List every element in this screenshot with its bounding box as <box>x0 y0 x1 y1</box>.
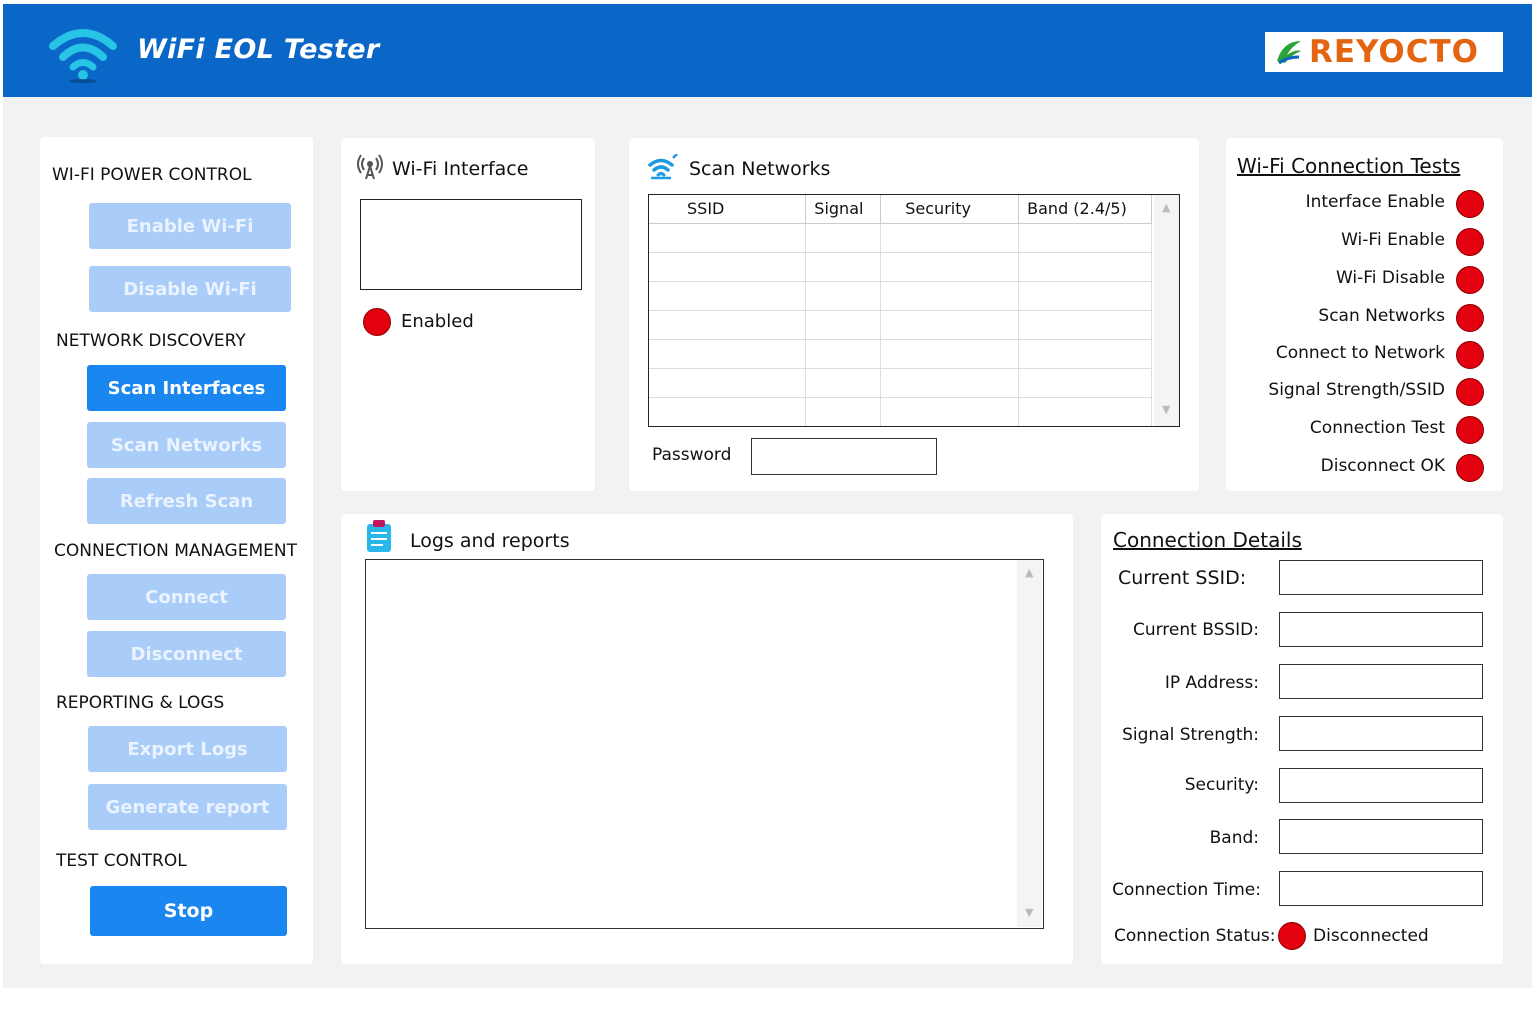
control-panel: WI-FI POWER CONTROL Enable Wi-Fi Disable… <box>40 137 313 964</box>
test-status-led <box>1456 378 1484 406</box>
connection-tests-title: Wi-Fi Connection Tests <box>1237 154 1461 178</box>
connection-tests-panel: Wi-Fi Connection Tests Interface Enable … <box>1226 138 1503 491</box>
test-status-led <box>1456 304 1484 332</box>
test-status-led <box>1456 454 1484 482</box>
wifi-interface-title: Wi-Fi Interface <box>392 158 529 180</box>
security-label: Security: <box>1184 775 1259 795</box>
test-label-scan-networks: Scan Networks <box>1318 306 1445 326</box>
current-ssid-field[interactable] <box>1279 560 1483 595</box>
test-status-led <box>1456 228 1484 256</box>
column-band[interactable]: Band (2.4/5) <box>1018 195 1152 224</box>
test-label-wifi-disable: Wi-Fi Disable <box>1335 268 1445 288</box>
logs-panel: Logs and reports ▲ ▼ <box>341 514 1073 964</box>
scroll-up-icon[interactable]: ▲ <box>1025 566 1033 579</box>
scan-networks-title: Scan Networks <box>689 158 831 180</box>
ip-address-field[interactable] <box>1279 664 1483 699</box>
scroll-down-icon[interactable]: ▼ <box>1025 906 1033 919</box>
section-connection-management: CONNECTION MANAGEMENT <box>54 541 297 561</box>
section-reporting-logs: REPORTING & LOGS <box>56 693 225 713</box>
wifi-interface-panel: Wi-Fi Interface Enabled <box>341 138 595 491</box>
column-security[interactable]: Security <box>880 195 1020 224</box>
connection-status-label: Connection Status: <box>1114 926 1276 946</box>
column-signal[interactable]: Signal <box>805 195 882 224</box>
test-label-wifi-enable: Wi-Fi Enable <box>1341 230 1445 250</box>
export-logs-button[interactable]: Export Logs <box>88 726 287 772</box>
current-ssid-label: Current SSID: <box>1118 567 1247 589</box>
test-status-led <box>1456 341 1484 369</box>
log-textarea[interactable]: ▲ ▼ <box>365 559 1044 929</box>
scroll-down-icon[interactable]: ▼ <box>1162 403 1170 416</box>
interface-status-led <box>363 308 391 336</box>
section-network-discovery: NETWORK DISCOVERY <box>56 331 246 351</box>
signal-strength-label: Signal Strength: <box>1122 725 1259 745</box>
test-label-signal-strength: Signal Strength/SSID <box>1268 380 1445 400</box>
logs-title: Logs and reports <box>410 530 570 552</box>
test-label-connect-to-network: Connect to Network <box>1275 343 1445 363</box>
table-row[interactable] <box>649 397 1152 426</box>
generate-report-button[interactable]: Generate report <box>88 784 287 830</box>
table-row[interactable] <box>649 223 1152 253</box>
refresh-scan-button[interactable]: Refresh Scan <box>87 478 286 524</box>
disable-wifi-button[interactable]: Disable Wi-Fi <box>89 266 291 312</box>
table-row[interactable] <box>649 368 1152 398</box>
table-row[interactable] <box>649 310 1152 340</box>
table-row[interactable] <box>649 281 1152 311</box>
scan-networks-button[interactable]: Scan Networks <box>87 422 286 468</box>
table-scrollbar[interactable]: ▲ ▼ <box>1154 195 1179 426</box>
signal-strength-field[interactable] <box>1279 716 1483 751</box>
test-label-connection-test: Connection Test <box>1309 418 1445 438</box>
interface-list[interactable] <box>360 199 582 290</box>
app-window: WiFi EOL Tester REYOCTO WI-FI POWER CONT… <box>3 4 1532 988</box>
stop-button[interactable]: Stop <box>90 886 287 936</box>
security-field[interactable] <box>1279 768 1483 803</box>
current-bssid-label: Current BSSID: <box>1132 620 1259 640</box>
connection-time-label: Connection Time: <box>1112 880 1261 900</box>
test-label-interface-enable: Interface Enable <box>1305 192 1445 212</box>
table-row[interactable] <box>649 339 1152 369</box>
column-ssid[interactable]: SSID <box>649 195 807 224</box>
band-field[interactable] <box>1279 819 1483 854</box>
brand-logo: REYOCTO <box>1265 32 1503 72</box>
scan-networks-panel: Scan Networks SSID Signal Security Band … <box>629 138 1199 491</box>
connection-details-panel: Connection Details Current SSID: Current… <box>1101 514 1503 964</box>
connection-time-field[interactable] <box>1279 871 1483 906</box>
section-power-control: WI-FI POWER CONTROL <box>52 165 252 185</box>
band-label: Band: <box>1209 828 1259 848</box>
table-row[interactable] <box>649 252 1152 282</box>
networks-table[interactable]: SSID Signal Security Band (2.4/5) ▲ ▼ <box>648 194 1180 427</box>
wifi-logo-icon <box>49 29 117 83</box>
antenna-icon <box>357 154 383 180</box>
header-bar: WiFi EOL Tester REYOCTO <box>3 4 1532 97</box>
connect-button[interactable]: Connect <box>87 574 286 620</box>
clipboard-icon <box>367 520 391 552</box>
test-status-led <box>1456 190 1484 218</box>
interface-status-label: Enabled <box>401 311 474 332</box>
connection-status-value: Disconnected <box>1313 926 1429 946</box>
wifi-scan-icon <box>648 154 678 180</box>
ip-address-label: IP Address: <box>1164 673 1259 693</box>
app-title: WiFi EOL Tester <box>137 34 380 65</box>
connection-status-led <box>1278 922 1306 950</box>
log-scrollbar[interactable]: ▲ ▼ <box>1017 560 1042 927</box>
section-test-control: TEST CONTROL <box>56 851 187 871</box>
test-status-led <box>1456 416 1484 444</box>
test-status-led <box>1456 266 1484 294</box>
brand-mark-icon <box>1277 41 1301 65</box>
disconnect-button[interactable]: Disconnect <box>87 631 286 677</box>
scan-interfaces-button[interactable]: Scan Interfaces <box>87 365 286 411</box>
password-input[interactable] <box>751 438 937 475</box>
current-bssid-field[interactable] <box>1279 612 1483 647</box>
test-label-disconnect-ok: Disconnect OK <box>1320 456 1445 476</box>
enable-wifi-button[interactable]: Enable Wi-Fi <box>89 203 291 249</box>
password-label: Password <box>652 445 732 465</box>
connection-details-title: Connection Details <box>1113 528 1302 552</box>
brand-name: REYOCTO <box>1309 34 1479 70</box>
scroll-up-icon[interactable]: ▲ <box>1162 201 1170 214</box>
